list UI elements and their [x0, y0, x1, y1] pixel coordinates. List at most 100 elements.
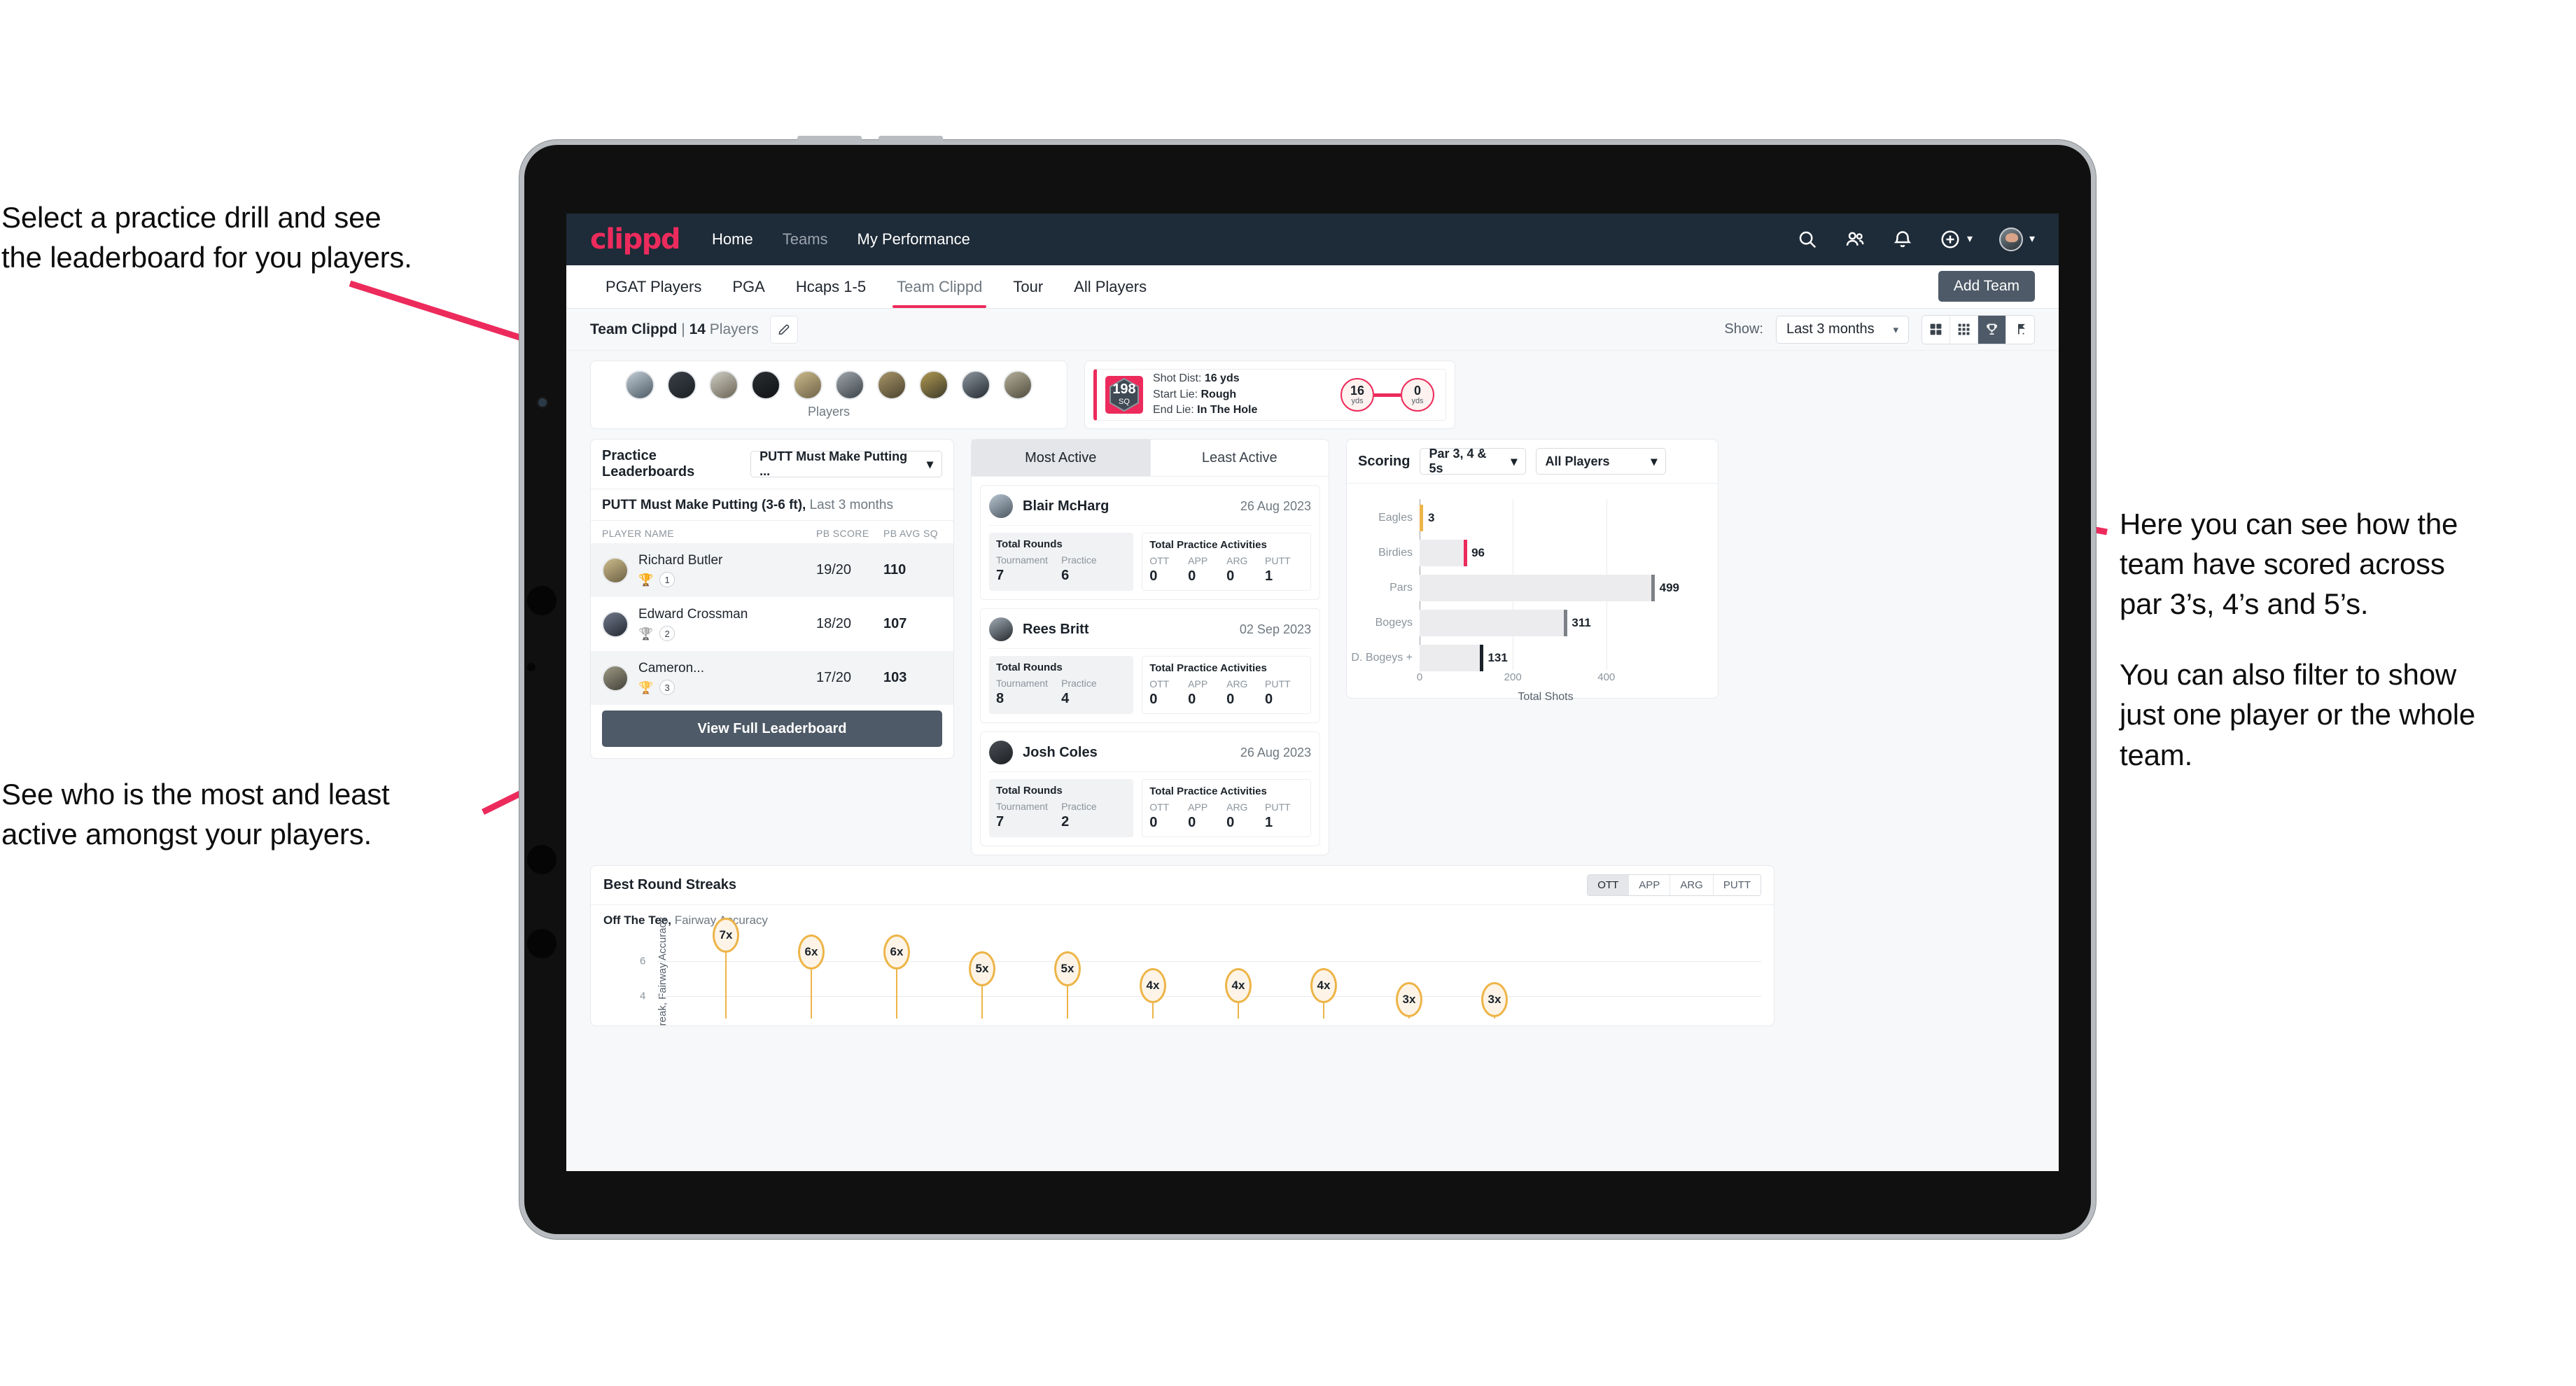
- arg-stat: ARG 0: [1226, 678, 1265, 708]
- tab-least-active[interactable]: Least Active: [1151, 440, 1329, 476]
- nav-link-teams[interactable]: Teams: [783, 230, 828, 248]
- total-rounds-values: Tournament 7 Practice 2: [996, 801, 1126, 830]
- avatar[interactable]: [751, 370, 780, 400]
- streaks-tab-ott[interactable]: OTT: [1588, 875, 1630, 895]
- tab-hcaps-1-5[interactable]: Hcaps 1-5: [780, 265, 881, 308]
- tab-pgat-players[interactable]: PGAT Players: [590, 265, 717, 308]
- par-filter-select[interactable]: Par 3, 4 & 5s ▾: [1420, 447, 1527, 475]
- tablet-frame: clippd Home Teams My Performance ▾ ▾ PGA…: [519, 136, 2096, 1239]
- drill-select[interactable]: PUTT Must Make Putting ... ▾: [750, 449, 942, 478]
- bar-eagles: Eagles 3: [1378, 505, 1672, 531]
- ott-stat: OTT 0: [1149, 802, 1188, 831]
- streak-value: 3x: [1396, 982, 1422, 1017]
- activity-tabs: Most Active Least Active: [972, 440, 1329, 477]
- arg-value: 0: [1226, 568, 1235, 584]
- end-distance-value: 0: [1413, 384, 1421, 398]
- trophy-icon: 🏆: [638, 680, 654, 694]
- tournament-label: Tournament: [996, 554, 1048, 566]
- bell-icon[interactable]: [1892, 229, 1913, 250]
- date-range-select[interactable]: Last 3 months ▾: [1776, 315, 1909, 344]
- streaks-subtitle: Off The Tee, Fairway Accuracy: [591, 905, 1774, 927]
- add-menu[interactable]: ▾: [1940, 229, 1973, 250]
- tournament-value: 7: [996, 814, 1004, 830]
- practice-rounds: Practice 6: [1061, 554, 1126, 584]
- streak-point[interactable]: 3x: [1396, 982, 1422, 1018]
- clippd-logo[interactable]: clippd: [590, 223, 681, 255]
- streak-point[interactable]: 5x: [969, 951, 995, 1018]
- tournament-rounds: Tournament 8: [996, 678, 1061, 707]
- table-row[interactable]: Edward Crossman 🏆 2 18/20 107: [591, 597, 953, 651]
- avatar[interactable]: [625, 370, 654, 400]
- view-full-leaderboard-button[interactable]: View Full Leaderboard: [602, 710, 942, 747]
- avatar[interactable]: [835, 370, 864, 400]
- plus-circle-icon[interactable]: [1940, 229, 1961, 250]
- practice-label: Practice: [1061, 801, 1097, 812]
- avatar[interactable]: [709, 370, 738, 400]
- streak-value: 4x: [1225, 968, 1252, 1003]
- view-golf-flag-button[interactable]: [2006, 316, 2034, 344]
- avatar[interactable]: [877, 370, 906, 400]
- streak-value: 3x: [1481, 982, 1508, 1017]
- tab-pga[interactable]: PGA: [717, 265, 780, 308]
- arg-label: ARG: [1226, 555, 1248, 566]
- distance-connector: [1374, 393, 1401, 397]
- ott-stat: OTT 0: [1149, 678, 1188, 708]
- view-trophy-button[interactable]: [1978, 315, 2006, 344]
- total-rounds-box: Total Rounds Tournament 7 Practice: [989, 533, 1134, 591]
- annotation-line: par 3’s, 4’s and 5’s.: [2120, 587, 2369, 621]
- start-distance-badge: 16 yds: [1340, 378, 1374, 412]
- streak-point[interactable]: 4x: [1225, 968, 1252, 1018]
- annotation-line: just one player or the whole: [2120, 698, 2476, 732]
- streaks-plot: Streak, Fairway Accuracy 6 4 7x 6x 6x 5x…: [640, 917, 1761, 1026]
- streak-point[interactable]: 5x: [1054, 951, 1081, 1018]
- table-row[interactable]: Cameron... 🏆 3 17/20 103: [591, 651, 953, 705]
- streaks-tab-putt[interactable]: PUTT: [1713, 875, 1760, 895]
- avatar[interactable]: [667, 370, 696, 400]
- avatar[interactable]: [961, 370, 990, 400]
- putt-stat: PUTT 1: [1265, 555, 1303, 584]
- streaks-tab-app[interactable]: APP: [1629, 875, 1671, 895]
- view-grid-large-button[interactable]: [1922, 315, 1950, 344]
- edit-team-button[interactable]: [769, 315, 798, 344]
- streaks-tab-arg[interactable]: ARG: [1670, 875, 1714, 895]
- streak-point[interactable]: 4x: [1140, 968, 1166, 1018]
- avatar[interactable]: [1998, 227, 2023, 251]
- tab-all-players[interactable]: All Players: [1058, 265, 1162, 308]
- leaderboard-period: Last 3 months: [806, 498, 893, 512]
- people-icon[interactable]: [1844, 229, 1865, 250]
- list-item[interactable]: Josh Coles 26 Aug 2023 Total Rounds Tour…: [980, 732, 1320, 846]
- list-item[interactable]: Blair McHarg 26 Aug 2023 Total Rounds To…: [980, 485, 1320, 600]
- search-icon[interactable]: [1797, 229, 1818, 250]
- avatar[interactable]: [1003, 370, 1032, 400]
- streak-point[interactable]: 3x: [1481, 982, 1508, 1018]
- shot-quality-value-wrap: 198 SQ: [1109, 378, 1140, 412]
- nav-link-my-performance[interactable]: My Performance: [858, 230, 970, 248]
- table-row[interactable]: Richard Butler 🏆 1 19/20 110: [591, 543, 953, 597]
- app-stat: APP 0: [1188, 802, 1226, 831]
- list-item[interactable]: Rees Britt 02 Sep 2023 Total Rounds Tour…: [980, 608, 1320, 723]
- bar-category-label: Eagles: [1378, 512, 1413, 524]
- add-team-button[interactable]: Add Team: [1938, 271, 2035, 302]
- avatar[interactable]: [793, 370, 822, 400]
- streak-point[interactable]: 4x: [1310, 968, 1337, 1018]
- profile-menu[interactable]: ▾: [1998, 227, 2035, 251]
- streak-point[interactable]: 6x: [883, 934, 910, 1018]
- streak-point[interactable]: 6x: [798, 934, 825, 1018]
- start-distance-unit: yds: [1351, 397, 1364, 405]
- total-rounds-values: Tournament 8 Practice 4: [996, 678, 1126, 707]
- chevron-down-icon[interactable]: ▾: [1967, 234, 1973, 245]
- view-grid-small-button[interactable]: [1950, 315, 1978, 344]
- column-player-name: PLAYER NAME: [602, 528, 674, 539]
- player-filter-select[interactable]: All Players ▾: [1536, 448, 1667, 475]
- chevron-down-icon[interactable]: ▾: [2029, 234, 2035, 245]
- player-filter-value: All Players: [1545, 454, 1610, 468]
- streak-point[interactable]: 7x: [713, 918, 739, 1018]
- rank-badge: 2: [659, 626, 676, 641]
- tab-team-clippd[interactable]: Team Clippd: [881, 265, 997, 308]
- tab-tour[interactable]: Tour: [997, 265, 1058, 308]
- nav-link-home[interactable]: Home: [712, 230, 753, 248]
- tab-most-active[interactable]: Most Active: [972, 440, 1151, 476]
- app-value: 0: [1188, 568, 1196, 584]
- avatar[interactable]: [919, 370, 948, 400]
- end-lie-value: In The Hole: [1197, 404, 1258, 416]
